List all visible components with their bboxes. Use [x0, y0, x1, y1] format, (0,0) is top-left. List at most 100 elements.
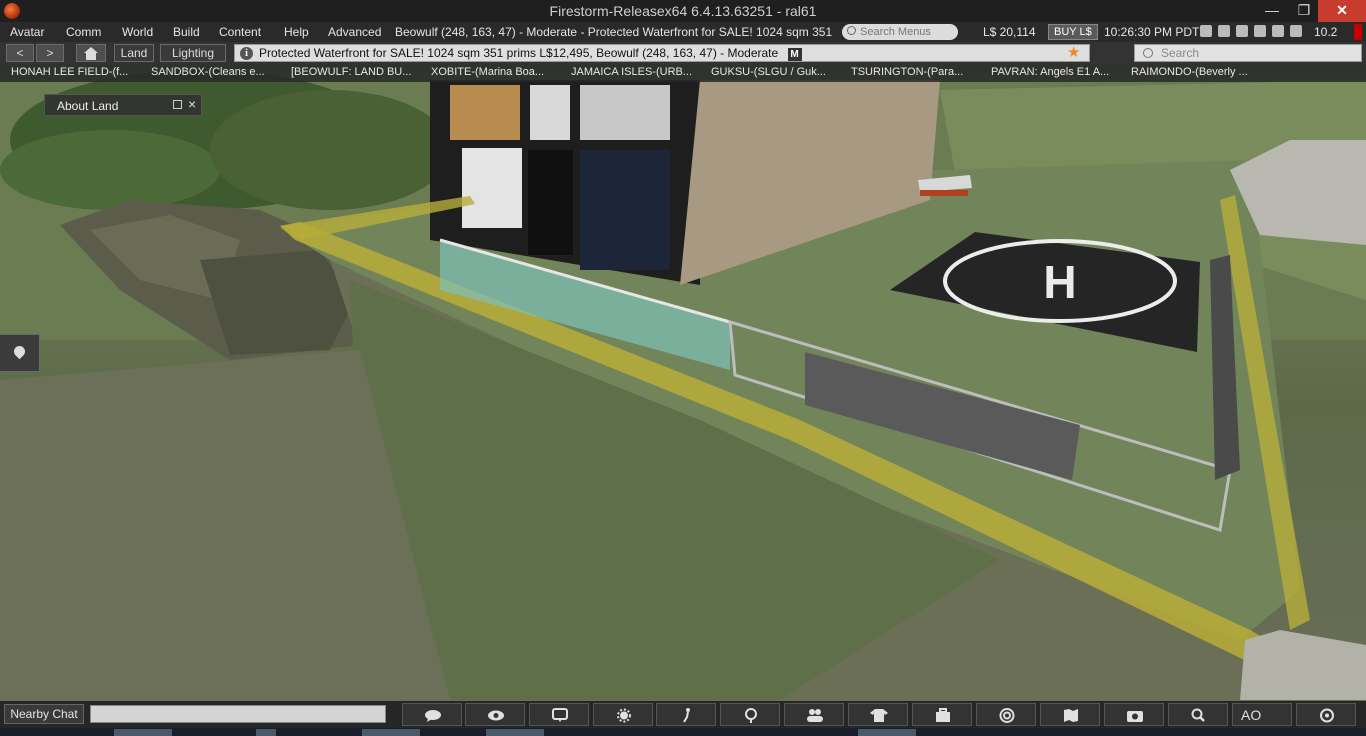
- maximize-button[interactable]: ❐: [1286, 0, 1322, 22]
- search-icon: [1191, 708, 1205, 722]
- back-button[interactable]: <: [6, 44, 34, 62]
- 3d-viewport[interactable]: H: [0, 0, 1366, 736]
- im-button[interactable]: [529, 703, 589, 726]
- favorite-landmark[interactable]: [BEOWULF: LAND BU...: [291, 66, 411, 78]
- places-sidebar-button[interactable]: [0, 334, 40, 372]
- nearby-chat-button[interactable]: Nearby Chat: [4, 704, 84, 724]
- volume-icon[interactable]: [1290, 25, 1302, 37]
- forward-button[interactable]: >: [36, 44, 64, 62]
- dock-icon[interactable]: [173, 100, 182, 109]
- gesture-icon: [617, 708, 631, 723]
- search-placeholder: Search: [1161, 46, 1200, 60]
- about-land-floater[interactable]: About Land ×: [44, 94, 202, 116]
- appearance-button[interactable]: [848, 703, 908, 726]
- search-input[interactable]: Search: [1134, 44, 1362, 62]
- scene-graphic: H: [0, 70, 1366, 700]
- camera-icon: [1320, 708, 1334, 723]
- favorite-landmark[interactable]: HONAH LEE FIELD-(f...: [11, 66, 128, 78]
- search-menus-input[interactable]: Search Menus: [842, 24, 958, 40]
- land-button[interactable]: Land: [114, 44, 154, 62]
- inventory-button[interactable]: [912, 703, 972, 726]
- favorite-landmark[interactable]: SANDBOX-(Cleans e...: [151, 66, 265, 78]
- svg-text:H: H: [1043, 256, 1076, 308]
- favorite-landmark[interactable]: TSURINGTON-(Para...: [851, 66, 963, 78]
- floater-title: About Land: [57, 99, 119, 113]
- music-icon[interactable]: [1254, 25, 1266, 37]
- chat-input[interactable]: [90, 705, 386, 723]
- window-title: Firestorm-Releasex64 6.4.13.63251 - ral6…: [549, 3, 817, 19]
- voice-icon[interactable]: [1218, 25, 1230, 37]
- info-icon[interactable]: i: [240, 47, 253, 60]
- window-title-bar[interactable]: Firestorm-Releasex64 6.4.13.63251 - ral6…: [0, 0, 1366, 22]
- ao-label: AO: [1241, 707, 1262, 723]
- bottom-toolbar: Nearby Chat AO: [0, 701, 1366, 728]
- favorite-landmark[interactable]: XOBITE-(Marina Boa...: [431, 66, 544, 78]
- clock-display: 10:26:30 PM PDT: [1104, 25, 1200, 39]
- camera-button[interactable]: [1296, 703, 1356, 726]
- menu-advanced[interactable]: Advanced: [328, 25, 381, 39]
- taskbar-item[interactable]: [362, 729, 420, 736]
- buy-currency-button[interactable]: BUY L$: [1048, 24, 1098, 40]
- taskbar-item[interactable]: [256, 729, 276, 736]
- film-icon[interactable]: [1272, 25, 1284, 37]
- gestures-button[interactable]: [593, 703, 653, 726]
- people-button[interactable]: [784, 703, 844, 726]
- menu-build[interactable]: Build: [173, 25, 200, 39]
- status-icons: [1200, 25, 1312, 39]
- menu-help[interactable]: Help: [284, 25, 309, 39]
- taskbar-item[interactable]: [114, 729, 172, 736]
- menu-comm[interactable]: Comm: [66, 25, 101, 39]
- walk-icon: [683, 708, 690, 723]
- search-button[interactable]: [1168, 703, 1228, 726]
- media-icon[interactable]: [1200, 25, 1212, 37]
- close-icon[interactable]: ×: [188, 96, 196, 112]
- chat-button[interactable]: [402, 703, 462, 726]
- os-taskbar: [0, 728, 1366, 736]
- location-text: Protected Waterfront for SALE! 1024 sqm …: [259, 46, 779, 60]
- ao-button[interactable]: AO: [1232, 703, 1292, 726]
- search-menus-placeholder: Search Menus: [860, 26, 931, 38]
- appearance-icon: [870, 709, 888, 722]
- favorite-landmark[interactable]: PAVRAN: Angels E1 A...: [991, 66, 1109, 78]
- view-button[interactable]: [465, 703, 525, 726]
- taskbar-item[interactable]: [486, 729, 544, 736]
- menu-bar: Avatar Comm World Build Content Help Adv…: [0, 22, 1366, 42]
- home-icon: [84, 47, 98, 60]
- taskbar-item[interactable]: [858, 729, 916, 736]
- radar-button[interactable]: [976, 703, 1036, 726]
- home-button[interactable]: [76, 44, 106, 62]
- favorite-landmark[interactable]: RAIMONDO-(Beverly ...: [1131, 66, 1248, 78]
- balance-display[interactable]: L$ 20,114: [983, 25, 1036, 39]
- menu-avatar[interactable]: Avatar: [10, 25, 44, 39]
- map-pin-icon: [11, 343, 28, 360]
- menu-content[interactable]: Content: [219, 25, 261, 39]
- favorite-star-icon[interactable]: ★: [1067, 45, 1080, 61]
- map-button[interactable]: [1040, 703, 1100, 726]
- maturity-badge: M: [787, 48, 802, 61]
- chat-icon: [425, 710, 441, 722]
- navigation-bar: < > Land Lighting i Protected Waterfront…: [0, 42, 1366, 64]
- im-icon: [552, 708, 568, 722]
- places-button[interactable]: [720, 703, 780, 726]
- location-status: Beowulf (248, 163, 47) - Moderate - Prot…: [395, 25, 833, 39]
- snapshot-button[interactable]: [1104, 703, 1164, 726]
- people-icon: [807, 709, 823, 722]
- fps-indicator: [1354, 24, 1362, 40]
- lighting-button[interactable]: Lighting: [160, 44, 226, 62]
- minimize-button[interactable]: —: [1254, 0, 1290, 22]
- search-icon: [1143, 48, 1153, 58]
- eye-icon: [488, 710, 504, 721]
- close-button[interactable]: ✕: [1318, 0, 1366, 22]
- location-field[interactable]: i Protected Waterfront for SALE! 1024 sq…: [234, 44, 1090, 62]
- search-icon: [847, 26, 856, 35]
- fps-display: 10.2: [1314, 25, 1338, 39]
- menu-world[interactable]: World: [122, 25, 153, 39]
- move-button[interactable]: [656, 703, 716, 726]
- network-icon[interactable]: [1236, 25, 1248, 37]
- radar-icon: [999, 708, 1015, 723]
- favorite-landmark[interactable]: JAMAICA ISLES-(URB...: [571, 66, 692, 78]
- favorite-landmark[interactable]: GUKSU-(SLGU / Guk...: [711, 66, 826, 78]
- snapshot-icon: [1127, 711, 1143, 722]
- favorites-bar: HONAH LEE FIELD-(f... SANDBOX-(Cleans e.…: [0, 64, 1366, 82]
- map-icon: [1064, 709, 1078, 722]
